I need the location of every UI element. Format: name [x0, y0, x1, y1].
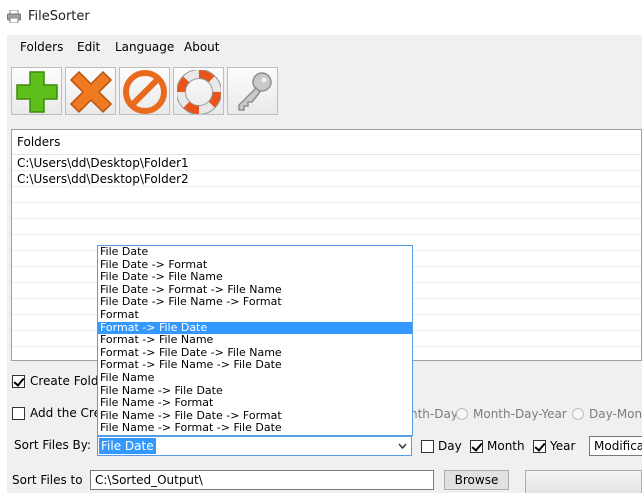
help-button[interactable]	[173, 67, 224, 115]
folders-header-label: Folders	[17, 135, 61, 149]
window-title: FileSorter	[28, 9, 90, 24]
clear-button[interactable]	[119, 67, 170, 115]
menu-bar: Folders Edit Language About	[7, 35, 642, 60]
plus-icon	[16, 71, 58, 113]
folders-column-header[interactable]: Folders	[12, 130, 641, 155]
month-label: Month	[487, 439, 525, 453]
sort-option[interactable]: File Name -> Format	[98, 397, 412, 410]
key-icon	[238, 72, 272, 111]
date-format-radio-2[interactable]	[456, 408, 468, 420]
date-format-radio-3[interactable]	[572, 408, 584, 420]
no-entry-icon	[123, 70, 167, 114]
list-item[interactable]: C:\Users\dd\Desktop\Folder2	[12, 171, 641, 187]
day-checkbox[interactable]	[421, 440, 434, 453]
main-client-area: Folders C:\Users\dd\Desktop\Folder1 C:\U…	[7, 60, 642, 493]
add-folder-button[interactable]	[11, 67, 62, 115]
sort-to-label: Sort Files to	[12, 473, 83, 487]
year-label: Year	[550, 439, 576, 453]
create-folder-checkbox[interactable]	[12, 375, 25, 388]
sort-option[interactable]: Format	[98, 308, 412, 322]
register-button[interactable]	[227, 67, 278, 115]
sort-option[interactable]: File Date	[98, 246, 412, 259]
add-created-checkbox[interactable]	[12, 407, 25, 420]
menu-folders[interactable]: Folders	[20, 40, 63, 54]
sort-option[interactable]: File Name -> Format -> File Date	[98, 422, 412, 435]
folder-path: C:\Users\dd\Desktop\Folder2	[17, 172, 189, 186]
sort-button[interactable]	[525, 470, 642, 493]
date-format-label-3: Day-Mont	[589, 407, 642, 421]
list-item[interactable]: C:\Users\dd\Desktop\Folder1	[12, 155, 641, 171]
list-row-empty	[12, 219, 641, 235]
list-row-empty	[12, 187, 641, 203]
output-path-value: C:\Sorted_Output\	[95, 473, 203, 487]
chevron-down-icon[interactable]	[394, 437, 411, 455]
sort-by-value: File Date	[99, 438, 156, 454]
add-created-label: Add the Cre	[30, 406, 101, 420]
sort-by-label: Sort Files By:	[14, 438, 92, 452]
date-format-label-1: nth-Day	[410, 407, 458, 421]
browse-button[interactable]: Browse	[444, 470, 509, 490]
menu-language[interactable]: Language	[115, 40, 174, 54]
remove-folder-button[interactable]	[65, 67, 116, 115]
x-icon	[69, 70, 113, 114]
sort-option[interactable]: File Date -> File Name -> Format	[98, 296, 412, 309]
date-source-select[interactable]: Modificati	[589, 436, 642, 456]
menu-about[interactable]: About	[184, 40, 219, 54]
list-row-empty	[12, 203, 641, 219]
output-path-input[interactable]: C:\Sorted_Output\	[90, 470, 434, 490]
menu-edit[interactable]: Edit	[77, 40, 100, 54]
sort-option[interactable]: File Name	[98, 371, 412, 385]
year-checkbox[interactable]	[533, 440, 546, 453]
date-source-value: Modificati	[594, 439, 642, 453]
month-checkbox[interactable]	[470, 440, 483, 453]
printer-icon	[7, 10, 21, 23]
folder-path: C:\Users\dd\Desktop\Folder1	[17, 156, 189, 170]
day-label: Day	[438, 439, 462, 453]
create-folder-label: Create Fold	[30, 374, 99, 388]
sort-option[interactable]: Format -> File Name	[98, 334, 412, 347]
sort-option[interactable]: File Date -> File Name	[98, 271, 412, 284]
lifebuoy-icon	[177, 70, 221, 114]
title-bar: FileSorter	[0, 0, 642, 34]
date-format-label-2: Month-Day-Year	[473, 407, 567, 421]
sort-by-dropdown-list[interactable]: File Date File Date -> Format File Date …	[97, 245, 413, 436]
sort-by-select[interactable]: File Date	[97, 436, 412, 456]
